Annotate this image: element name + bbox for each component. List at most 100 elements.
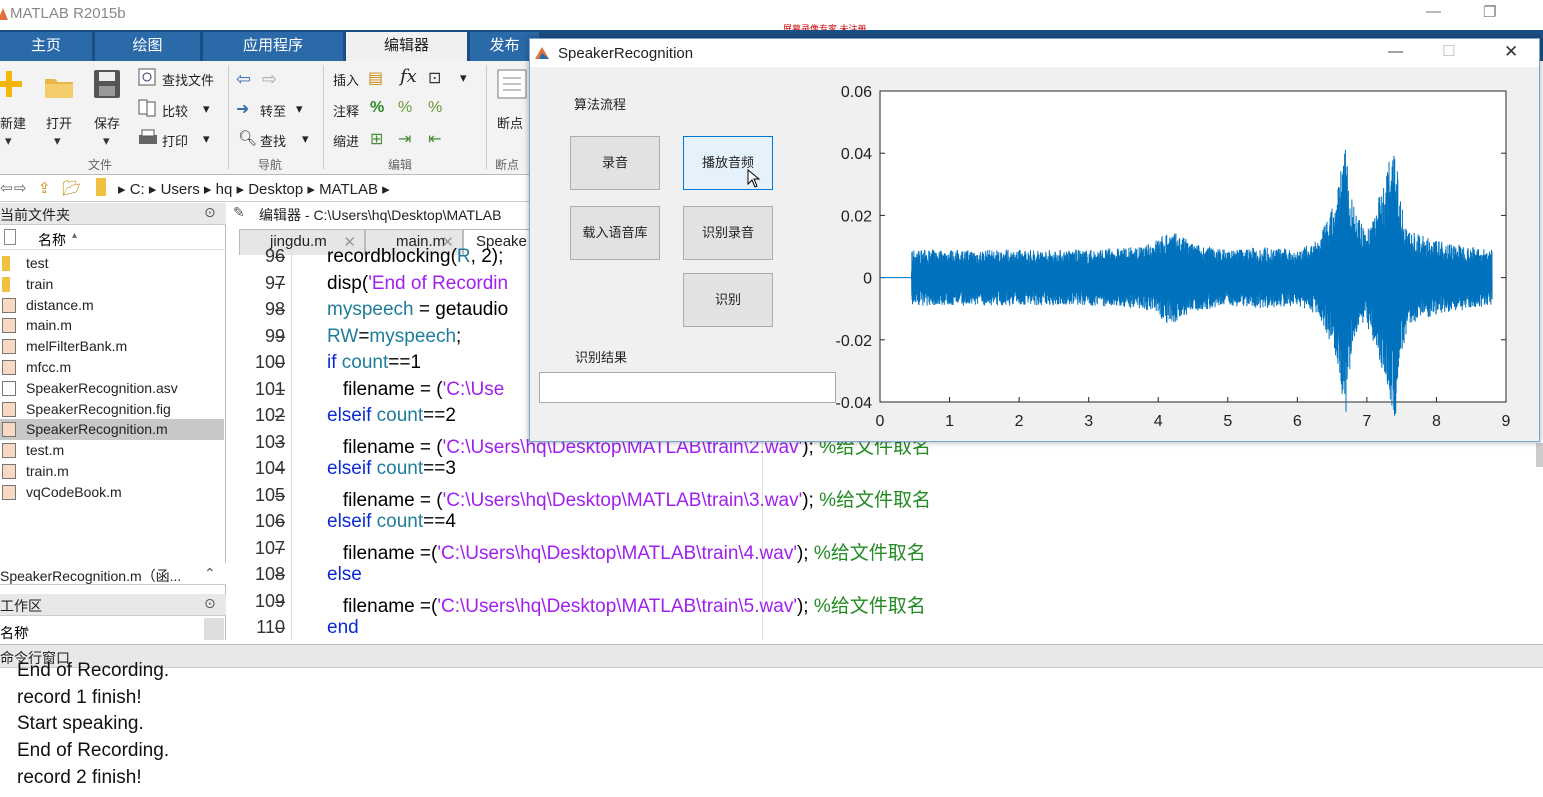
chevron-down-icon[interactable]: ▾ xyxy=(5,133,12,149)
scrollbar[interactable] xyxy=(204,618,224,640)
maximize-icon[interactable]: ☐ xyxy=(1442,42,1455,60)
line-marker[interactable]: – xyxy=(275,273,285,294)
open-label[interactable]: 打开 xyxy=(46,113,72,132)
breadcrumb-item[interactable]: MATLAB xyxy=(319,181,378,198)
line-marker[interactable]: – xyxy=(275,432,285,453)
insert-label[interactable]: 插入 xyxy=(333,70,359,89)
column-header[interactable]: 名称 ▴ xyxy=(0,226,226,250)
line-marker[interactable]: – xyxy=(275,352,285,373)
compare-label[interactable]: 比较 xyxy=(162,101,188,120)
line-marker[interactable]: – xyxy=(275,538,285,559)
line-marker[interactable]: – xyxy=(275,405,285,426)
folder-icon xyxy=(2,256,10,271)
find-files-icon[interactable] xyxy=(138,68,158,86)
new-label[interactable]: 新建 xyxy=(0,113,26,132)
line-marker[interactable]: – xyxy=(275,299,285,320)
chevron-down-icon[interactable]: ▾ xyxy=(103,133,110,149)
new-icon[interactable] xyxy=(0,69,22,99)
minimize-icon[interactable]: — xyxy=(1426,3,1441,20)
panel-menu-icon[interactable]: ⊙ xyxy=(204,595,216,612)
print-label[interactable]: 打印 xyxy=(162,131,188,150)
line-marker[interactable]: – xyxy=(275,246,285,267)
goto-icon[interactable]: ➜ xyxy=(236,99,249,119)
line-marker[interactable]: – xyxy=(275,458,285,479)
file-list-item[interactable]: main.m xyxy=(0,315,224,336)
file-list-item[interactable]: vqCodeBook.m xyxy=(0,482,224,503)
chevron-down-icon[interactable]: ▾ xyxy=(302,131,309,147)
save-label[interactable]: 保存 xyxy=(94,113,120,132)
tab-editor[interactable]: 编辑器 xyxy=(346,32,468,61)
decrease-indent-icon[interactable]: ⇤ xyxy=(428,129,441,149)
open-folder-icon[interactable] xyxy=(44,75,74,99)
line-marker[interactable]: – xyxy=(275,617,285,638)
search-icon[interactable]: 🔍︎ xyxy=(238,129,257,147)
chevron-down-icon[interactable]: ▾ xyxy=(460,70,467,86)
maximize-icon[interactable]: ❐ xyxy=(1483,3,1496,21)
file-list-item[interactable]: SpeakerRecognition.m xyxy=(0,419,224,441)
recognize-button[interactable]: 识别 xyxy=(683,273,773,327)
chevron-down-icon[interactable]: ▾ xyxy=(296,101,303,117)
record-button[interactable]: 录音 xyxy=(570,136,660,190)
line-marker[interactable]: – xyxy=(275,511,285,532)
comment-label[interactable]: 注释 xyxy=(333,101,359,120)
file-list-item[interactable]: distance.m xyxy=(0,295,224,316)
line-marker[interactable]: – xyxy=(275,485,285,506)
chevron-up-icon[interactable]: ⌃ xyxy=(204,565,216,582)
file-list-item[interactable]: SpeakerRecognition.asv xyxy=(0,378,224,399)
panel-menu-icon[interactable]: ⊙ xyxy=(204,204,216,221)
file-list-item[interactable]: melFilterBank.m xyxy=(0,336,224,357)
chevron-down-icon[interactable]: ▾ xyxy=(203,131,210,147)
goto-label[interactable]: 转至 xyxy=(260,101,286,120)
line-marker[interactable]: – xyxy=(275,326,285,347)
fx-icon[interactable]: fx xyxy=(400,66,417,87)
comment-icon[interactable]: % xyxy=(370,99,384,117)
breadcrumb-item[interactable]: C: xyxy=(130,181,145,198)
line-marker[interactable]: – xyxy=(275,379,285,400)
increase-indent-icon[interactable]: ⇥ xyxy=(398,129,411,149)
file-list-item[interactable]: test.m xyxy=(0,440,224,461)
compare-icon[interactable] xyxy=(138,99,158,117)
breadcrumb-item[interactable]: Users xyxy=(161,181,200,198)
details-header[interactable]: SpeakerRecognition.m（函... ⌃ xyxy=(0,563,226,585)
file-list-item[interactable]: test xyxy=(0,253,224,274)
line-marker[interactable]: – xyxy=(275,591,285,612)
find-label[interactable]: 查找 xyxy=(260,131,286,150)
file-list-item[interactable]: train.m xyxy=(0,461,224,482)
tab-apps[interactable]: 应用程序 xyxy=(203,32,344,61)
file-list-item[interactable]: SpeakerRecognition.fig xyxy=(0,399,224,420)
forward-arrow-icon[interactable]: ⇨ xyxy=(262,69,277,90)
smart-indent-icon[interactable]: ⊞ xyxy=(370,129,383,149)
print-icon[interactable] xyxy=(138,129,158,147)
insert-section-icon[interactable]: ▤ xyxy=(368,68,383,88)
file-list-item[interactable]: train xyxy=(0,274,224,295)
breadcrumb-item[interactable]: Desktop xyxy=(248,181,303,198)
save-icon[interactable] xyxy=(93,69,121,99)
back-arrow-icon[interactable]: ⇦ xyxy=(236,69,251,90)
back-nav-icon[interactable]: ⇦ xyxy=(0,179,13,197)
breadcrumb[interactable]: ▸ C: ▸ Users ▸ hq ▸ Desktop ▸ MATLAB ▸ xyxy=(118,180,390,198)
forward-nav-icon[interactable]: ⇨ xyxy=(14,179,27,197)
breakpoints-label[interactable]: 断点 xyxy=(497,113,523,132)
breakpoints-icon[interactable] xyxy=(497,69,527,99)
indent-label[interactable]: 缩进 xyxy=(333,131,359,150)
browse-folder-icon[interactable]: 📂︎ xyxy=(62,179,81,197)
workspace-column-header[interactable]: 名称 ▴ xyxy=(0,618,226,641)
line-marker[interactable]: – xyxy=(275,564,285,585)
recognize-recording-button[interactable]: 识别录音 xyxy=(683,206,773,260)
chevron-down-icon[interactable]: ▾ xyxy=(203,101,210,117)
result-field[interactable] xyxy=(539,372,836,403)
find-files-label[interactable]: 查找文件 xyxy=(162,70,214,89)
load-database-button[interactable]: 载入语音库 xyxy=(570,206,660,260)
wrap-comment-icon[interactable]: % xyxy=(428,99,442,117)
chevron-down-icon[interactable]: ▾ xyxy=(54,133,61,149)
file-list-item[interactable]: mfcc.m xyxy=(0,357,224,378)
minimize-icon[interactable]: — xyxy=(1388,43,1403,60)
tab-plots[interactable]: 绘图 xyxy=(95,32,201,61)
function-icon[interactable]: ⊡ xyxy=(428,68,441,88)
up-folder-icon[interactable]: ⇪ xyxy=(38,179,51,197)
breadcrumb-item[interactable]: hq xyxy=(216,181,233,198)
uncomment-icon[interactable]: % xyxy=(398,99,412,117)
close-icon[interactable]: ✕ xyxy=(1504,42,1518,62)
command-window[interactable]: End of Recording. record 1 finish! Start s… xyxy=(0,660,1543,797)
tab-home[interactable]: 主页 xyxy=(0,32,93,61)
